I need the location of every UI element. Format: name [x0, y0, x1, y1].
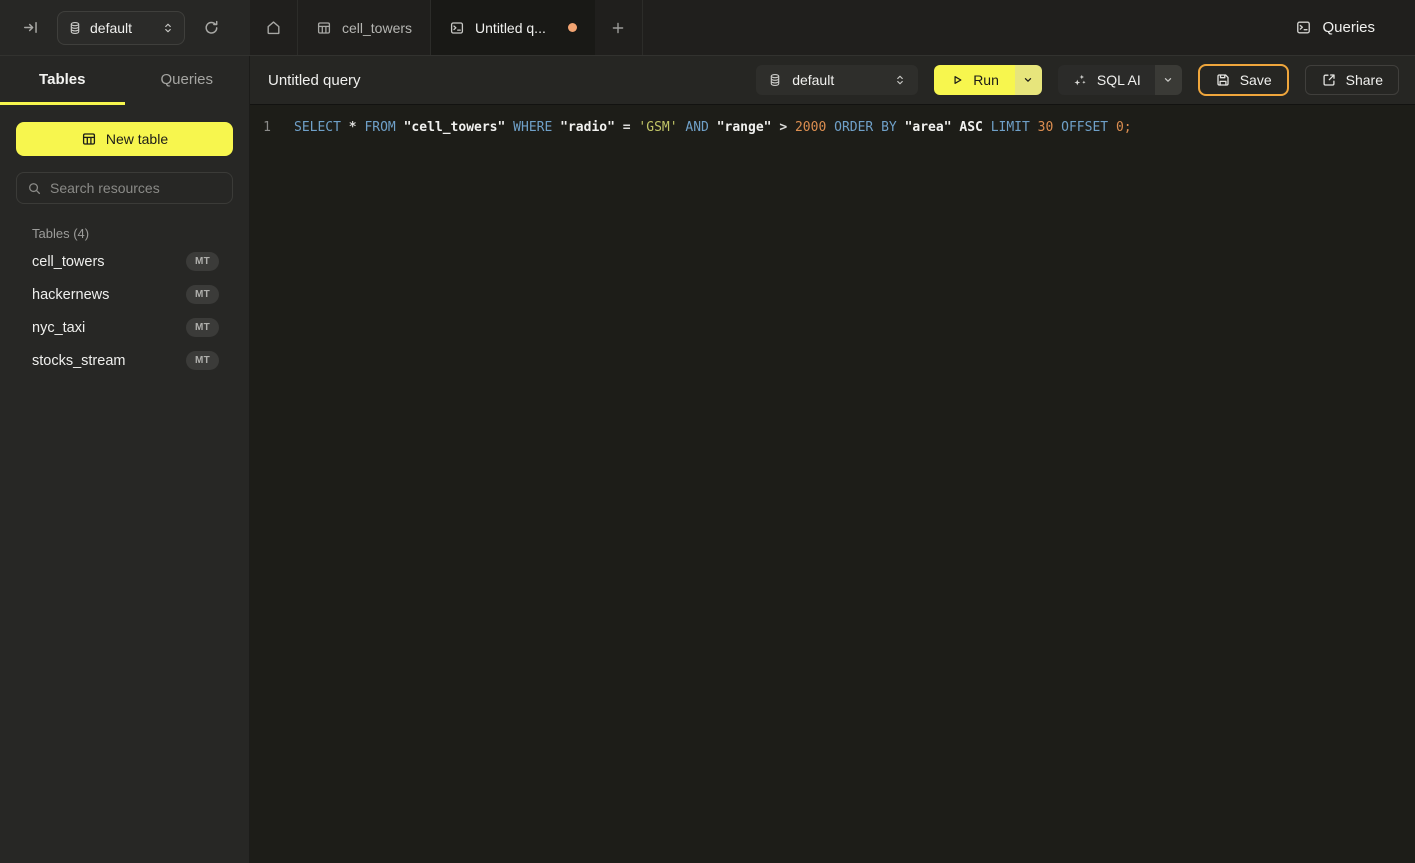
- table-row-cell-towers[interactable]: cell_towers MT: [0, 245, 249, 278]
- table-icon: [81, 131, 97, 147]
- sql-ai-button-label: SQL AI: [1097, 72, 1141, 88]
- top-bar-right: Queries: [1295, 0, 1415, 55]
- save-button[interactable]: Save: [1198, 64, 1289, 96]
- table-list: cell_towers MT hackernews MT nyc_taxi MT…: [0, 245, 249, 377]
- share-icon: [1321, 72, 1337, 88]
- new-tab-button[interactable]: [595, 0, 643, 55]
- tab-cell-towers[interactable]: cell_towers: [298, 0, 431, 55]
- queries-button-label: Queries: [1322, 19, 1375, 36]
- table-engine-badge: MT: [186, 351, 219, 370]
- refresh-icon: [203, 19, 220, 36]
- code-line-1: 1 SELECT * FROM "cell_towers" WHERE "rad…: [250, 118, 1415, 138]
- sql-ai-split-button: SQL AI: [1058, 65, 1182, 95]
- new-table-button-label: New table: [106, 131, 168, 147]
- database-icon: [68, 21, 82, 35]
- run-button-label: Run: [973, 72, 999, 88]
- arrow-bar-right-icon: [22, 19, 39, 36]
- share-button-label: Share: [1346, 72, 1383, 88]
- sql-ai-button[interactable]: SQL AI: [1058, 65, 1155, 95]
- table-icon: [316, 20, 332, 36]
- table-engine-badge: MT: [186, 318, 219, 337]
- top-bar-left: default: [0, 0, 250, 55]
- table-row-stocks-stream[interactable]: stocks_stream MT: [0, 344, 249, 377]
- table-engine-badge: MT: [186, 252, 219, 271]
- database-selector-toolbar[interactable]: default: [756, 65, 918, 95]
- table-name: cell_towers: [32, 254, 186, 270]
- table-name: hackernews: [32, 287, 186, 303]
- sidebar-tab-label: Tables: [39, 71, 85, 88]
- main-panel: Untitled query default: [250, 56, 1415, 863]
- collapse-sidebar-button[interactable]: [22, 19, 39, 36]
- run-split-button: Run: [934, 65, 1042, 95]
- sidebar: Tables Queries New table Tables (: [0, 56, 250, 863]
- table-name: nyc_taxi: [32, 320, 186, 336]
- database-selector-top-value: default: [90, 20, 154, 36]
- play-icon: [950, 73, 964, 87]
- table-row-hackernews[interactable]: hackernews MT: [0, 278, 249, 311]
- tab-untitled-query[interactable]: Untitled q...: [431, 0, 595, 55]
- toolbar-actions: default Run: [756, 64, 1399, 96]
- unsaved-changes-dot: [568, 23, 577, 32]
- app-root: default cell: [0, 0, 1415, 863]
- sql-code[interactable]: SELECT * FROM "cell_towers" WHERE "radio…: [294, 118, 1132, 138]
- run-options-button[interactable]: [1015, 65, 1042, 95]
- search-input[interactable]: [50, 180, 231, 196]
- chevron-down-icon: [1022, 74, 1034, 86]
- tab-strip: cell_towers Untitled q...: [250, 0, 643, 55]
- sql-editor[interactable]: 1 SELECT * FROM "cell_towers" WHERE "rad…: [250, 105, 1415, 863]
- tab-label: Untitled q...: [475, 20, 546, 36]
- refresh-button[interactable]: [203, 19, 220, 36]
- line-number: 1: [254, 118, 280, 138]
- query-toolbar: Untitled query default: [250, 56, 1415, 105]
- query-terminal-icon: [449, 20, 465, 36]
- table-row-nyc-taxi[interactable]: nyc_taxi MT: [0, 311, 249, 344]
- home-icon: [265, 19, 282, 36]
- search-box: [16, 172, 233, 204]
- sidebar-tab-label: Queries: [160, 71, 213, 88]
- database-selector-top[interactable]: default: [57, 11, 185, 45]
- tab-label: cell_towers: [342, 20, 412, 36]
- database-icon: [768, 73, 782, 87]
- sidebar-tab-queries[interactable]: Queries: [125, 56, 250, 105]
- chevron-updown-icon: [162, 21, 174, 35]
- plus-icon: [610, 20, 626, 36]
- search-icon: [27, 181, 42, 196]
- sql-ai-options-button[interactable]: [1155, 65, 1182, 95]
- query-terminal-icon: [1295, 19, 1312, 36]
- share-button[interactable]: Share: [1305, 65, 1399, 95]
- app-shell: Tables Queries New table Tables (: [0, 56, 1415, 863]
- run-button[interactable]: Run: [934, 65, 1015, 95]
- chevron-down-icon: [1162, 74, 1174, 86]
- top-bar: default cell: [0, 0, 1415, 56]
- sidebar-tab-tables[interactable]: Tables: [0, 56, 125, 105]
- table-name: stocks_stream: [32, 353, 186, 369]
- queries-button[interactable]: Queries: [1295, 19, 1375, 36]
- sidebar-tabs: Tables Queries: [0, 56, 249, 105]
- new-table-button[interactable]: New table: [16, 122, 233, 156]
- sparkles-icon: [1072, 72, 1088, 88]
- save-icon: [1215, 72, 1231, 88]
- tab-home[interactable]: [250, 0, 298, 55]
- table-engine-badge: MT: [186, 285, 219, 304]
- save-button-label: Save: [1240, 72, 1272, 88]
- chevron-updown-icon: [894, 73, 906, 87]
- query-title: Untitled query: [268, 72, 361, 89]
- tables-section-title: Tables (4): [0, 226, 249, 241]
- database-selector-toolbar-value: default: [792, 72, 884, 88]
